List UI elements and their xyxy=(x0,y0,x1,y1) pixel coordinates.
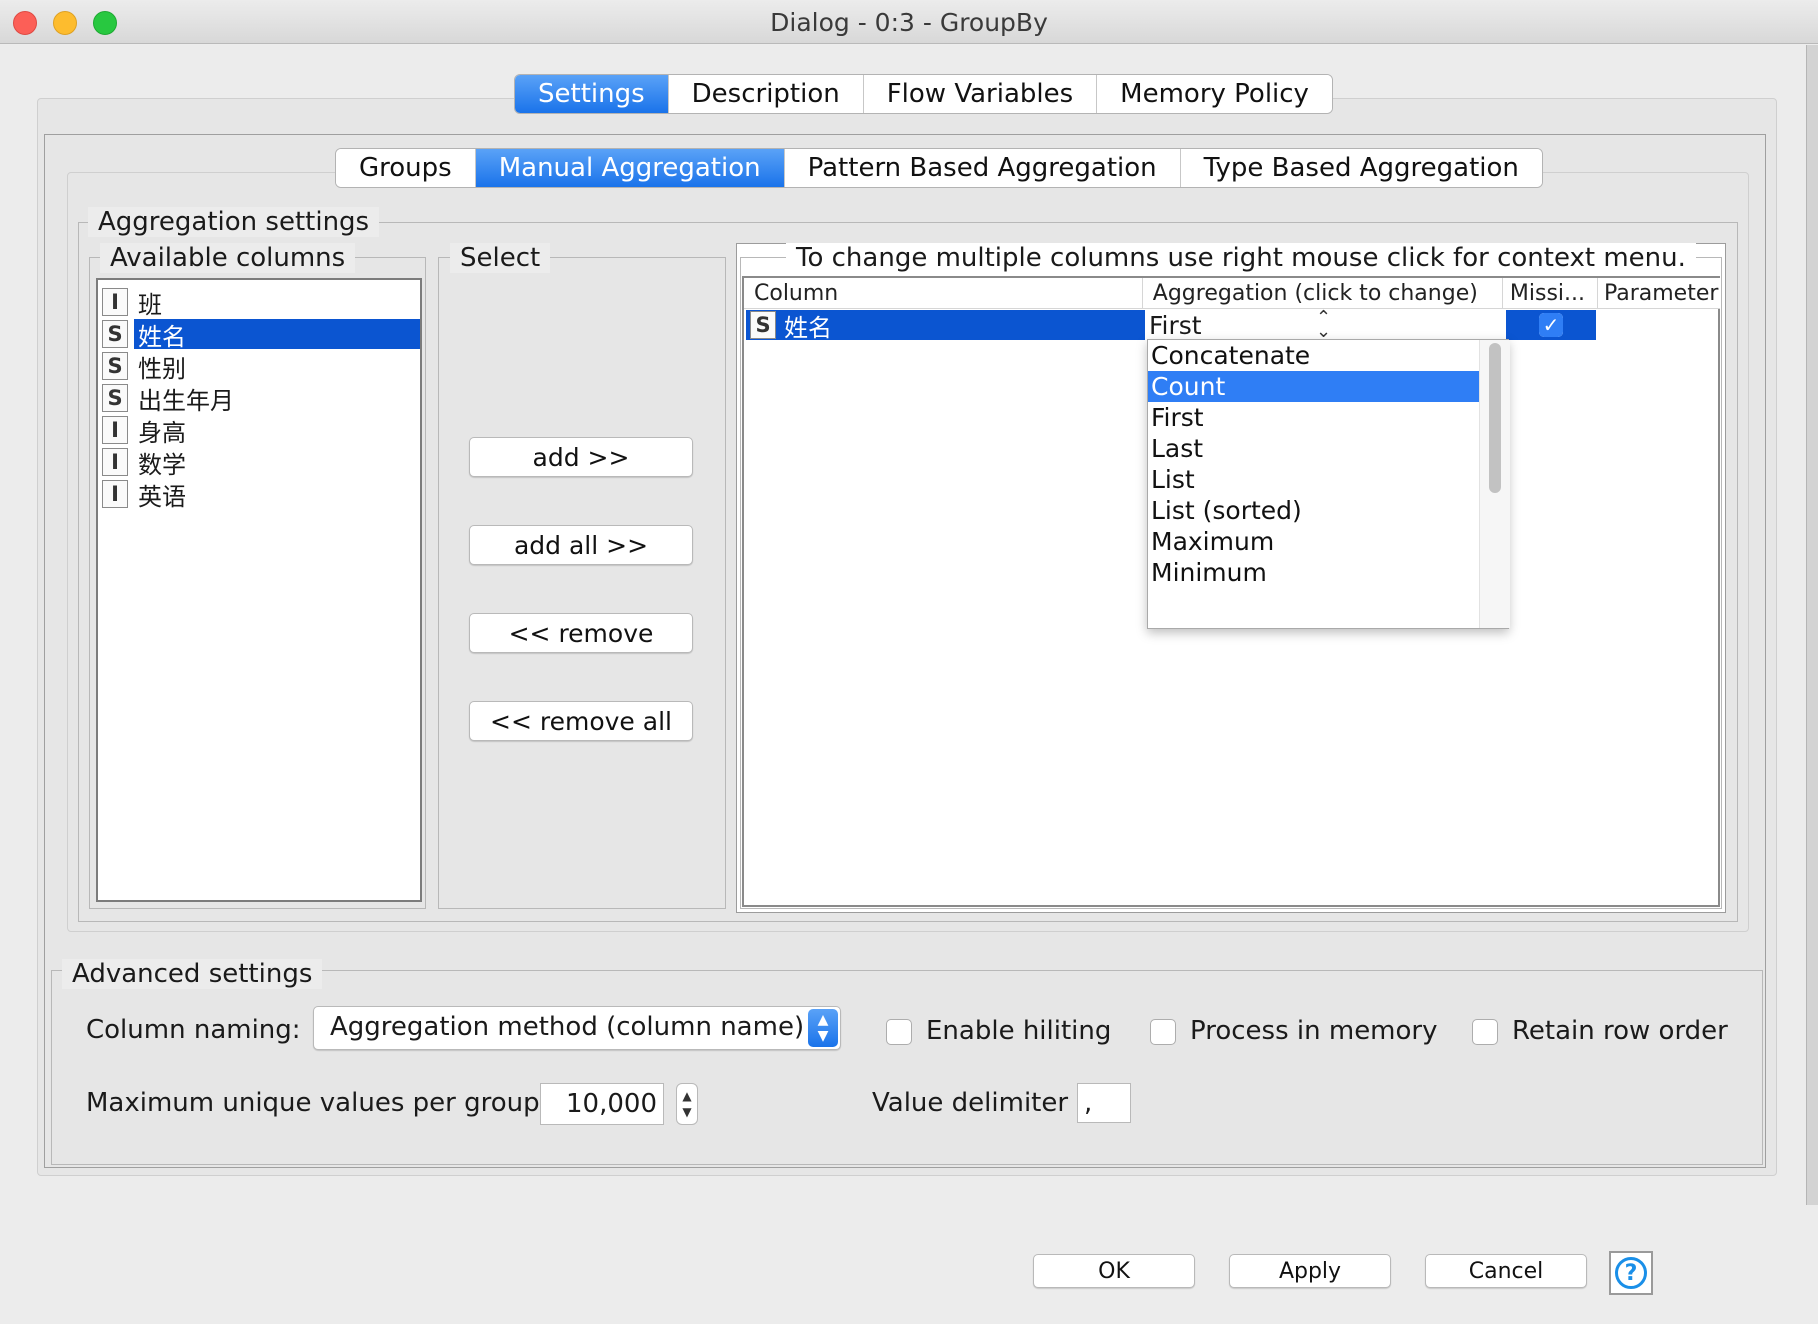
value-delimiter-input[interactable]: , xyxy=(1077,1083,1131,1123)
remove-all-button[interactable]: << remove all xyxy=(469,701,693,741)
scrollbar-thumb[interactable] xyxy=(1489,343,1501,493)
string-type-icon: S xyxy=(102,352,128,380)
main-tab-bar: Settings Description Flow Variables Memo… xyxy=(514,74,1333,114)
sub-tab-bar: Groups Manual Aggregation Pattern Based … xyxy=(335,148,1543,188)
enable-hiliting-label: Enable hiliting xyxy=(926,1016,1112,1046)
window-edge xyxy=(1806,45,1818,1205)
tab-pattern-based-aggregation[interactable]: Pattern Based Aggregation xyxy=(784,149,1181,187)
retain-row-order-label: Retain row order xyxy=(1512,1016,1728,1046)
select-chevron-icon: ▲ ▼ xyxy=(808,1009,838,1047)
tab-memory-policy[interactable]: Memory Policy xyxy=(1097,75,1332,113)
remove-button[interactable]: << remove xyxy=(469,613,693,653)
column-naming-label: Column naming: xyxy=(86,1015,301,1045)
add-all-button[interactable]: add all >> xyxy=(469,525,693,565)
select-legend: Select xyxy=(450,243,551,273)
list-item[interactable]: S 姓名 xyxy=(98,318,420,351)
dropdown-option[interactable]: Maximum xyxy=(1148,526,1480,557)
list-item[interactable]: I 英语 xyxy=(98,478,420,511)
aggregation-settings-legend: Aggregation settings xyxy=(88,207,380,237)
process-in-memory-checkbox[interactable] xyxy=(1150,1019,1176,1045)
process-in-memory-label: Process in memory xyxy=(1190,1016,1438,1046)
aggregation-header[interactable]: Aggregation (click to change) xyxy=(1143,278,1503,308)
select-group xyxy=(438,257,726,909)
string-type-icon: S xyxy=(102,320,128,348)
aggregation-dropdown[interactable]: Concatenate Count First Last List List (… xyxy=(1147,339,1510,629)
advanced-settings-group xyxy=(51,970,1763,1165)
list-item[interactable]: S 性别 xyxy=(98,350,420,383)
enable-hiliting-checkbox[interactable] xyxy=(886,1019,912,1045)
column-header[interactable]: Column xyxy=(744,278,1143,308)
dropdown-option[interactable]: Concatenate xyxy=(1148,340,1480,371)
window-title: Dialog - 0:3 - GroupBy xyxy=(770,8,1048,37)
help-icon: ? xyxy=(1615,1257,1647,1289)
value-delimiter-label: Value delimiter xyxy=(872,1088,1069,1118)
updown-chevron-icon: ⌃ ⌄ xyxy=(1316,307,1332,342)
dropdown-option-list: Concatenate Count First Last List List (… xyxy=(1148,340,1480,588)
checkmark-icon: ✓ xyxy=(1539,313,1563,337)
column-naming-select[interactable]: Aggregation method (column name) ▲ ▼ xyxy=(313,1006,841,1050)
tab-groups[interactable]: Groups xyxy=(336,149,476,187)
retain-row-order-checkbox[interactable] xyxy=(1472,1019,1498,1045)
selected-column-label: 姓名 xyxy=(134,319,420,351)
missing-header[interactable]: Missi... xyxy=(1503,278,1598,308)
dropdown-option[interactable]: Minimum xyxy=(1148,557,1480,588)
list-item[interactable]: I 数学 xyxy=(98,446,420,479)
tab-manual-aggregation[interactable]: Manual Aggregation xyxy=(475,149,785,187)
ok-button[interactable]: OK xyxy=(1033,1254,1195,1288)
title-bar: Dialog - 0:3 - GroupBy xyxy=(0,0,1818,44)
aggregation-method-cell[interactable]: First ⌃ ⌄ xyxy=(1145,307,1506,342)
help-button[interactable]: ? xyxy=(1609,1251,1653,1295)
dropdown-option[interactable]: List (sorted) xyxy=(1148,495,1480,526)
list-item[interactable]: I班 xyxy=(98,286,420,319)
apply-button[interactable]: Apply xyxy=(1229,1254,1391,1288)
dropdown-scrollbar[interactable] xyxy=(1479,340,1510,628)
max-unique-values-stepper[interactable]: ▲ ▼ xyxy=(676,1083,698,1125)
string-type-icon: S xyxy=(102,384,128,412)
dropdown-option[interactable]: Last xyxy=(1148,433,1480,464)
cancel-button[interactable]: Cancel xyxy=(1425,1254,1587,1288)
add-button[interactable]: add >> xyxy=(469,437,693,477)
missing-checkbox[interactable]: ✓ xyxy=(1539,313,1563,337)
available-columns-list[interactable]: I班 S 姓名 S 性别 S 出生年月 I 身高 I 数学 I 英语 xyxy=(96,278,422,902)
list-item[interactable]: S 出生年月 xyxy=(98,382,420,415)
integer-type-icon: I xyxy=(102,448,128,476)
available-columns-legend: Available columns xyxy=(100,243,356,273)
tab-settings[interactable]: Settings xyxy=(515,75,669,113)
parameter-header[interactable]: Parameter xyxy=(1598,278,1720,308)
table-header: Column Aggregation (click to change) Mis… xyxy=(744,278,1720,309)
dropdown-option[interactable]: List xyxy=(1148,464,1480,495)
advanced-settings-legend: Advanced settings xyxy=(62,959,323,989)
aggregation-table-legend: To change multiple columns use right mou… xyxy=(786,243,1696,273)
string-type-icon: S xyxy=(750,311,776,339)
row-column-cell: S 姓名 xyxy=(746,310,1145,342)
tab-type-based-aggregation[interactable]: Type Based Aggregation xyxy=(1180,149,1542,187)
missing-checkbox-cell[interactable]: ✓ xyxy=(1506,310,1596,340)
dropdown-option[interactable]: First xyxy=(1148,402,1480,433)
integer-type-icon: I xyxy=(102,288,128,316)
max-unique-values-input[interactable]: 10,000 xyxy=(540,1083,664,1125)
tab-description[interactable]: Description xyxy=(668,75,864,113)
max-unique-values-label: Maximum unique values per group xyxy=(86,1088,540,1118)
tab-flow-variables[interactable]: Flow Variables xyxy=(863,75,1098,113)
table-row[interactable]: S 姓名 First ⌃ ⌄ ✓ xyxy=(746,307,1718,342)
integer-type-icon: I xyxy=(102,480,128,508)
integer-type-icon: I xyxy=(102,416,128,444)
list-item[interactable]: I 身高 xyxy=(98,414,420,447)
dropdown-option-highlighted[interactable]: Count xyxy=(1148,371,1480,402)
